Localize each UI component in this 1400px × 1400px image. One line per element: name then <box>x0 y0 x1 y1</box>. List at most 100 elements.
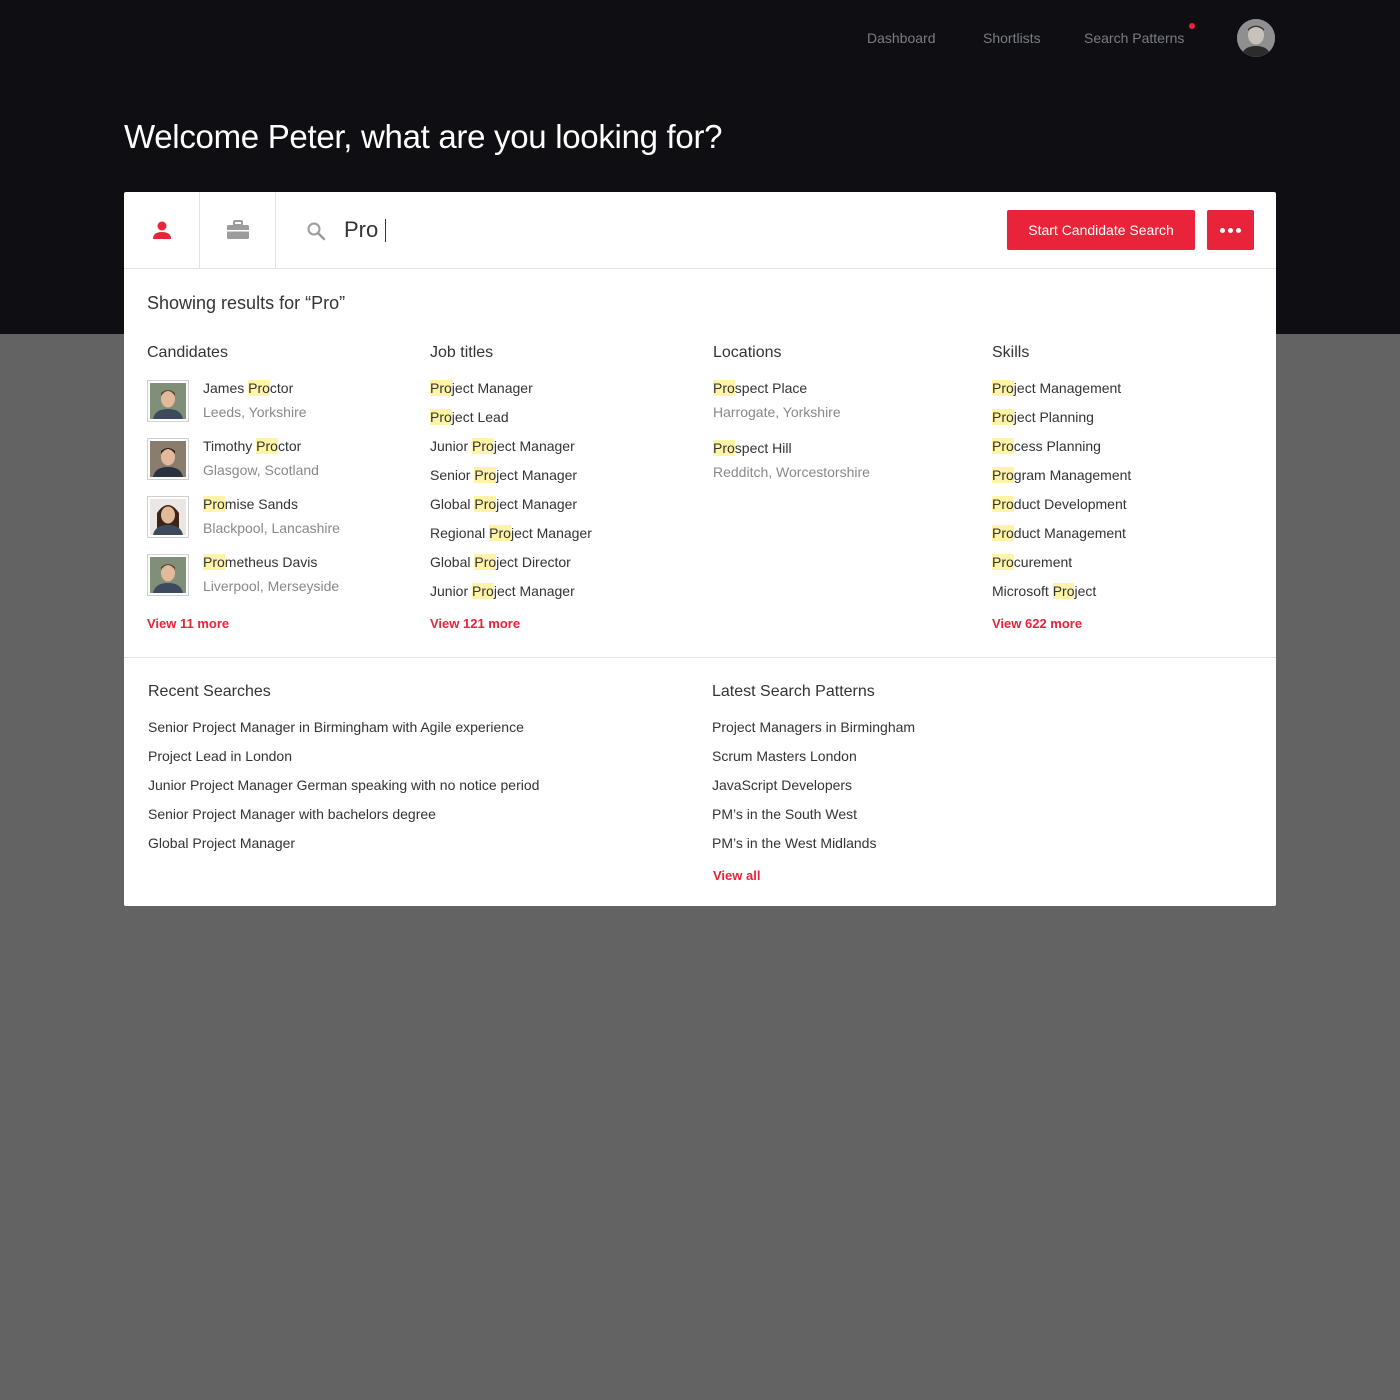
match-highlight: Pro <box>992 380 1014 396</box>
recent-search-item[interactable]: Project Lead in London <box>148 748 539 777</box>
skill-item[interactable]: Product Management <box>992 525 1131 554</box>
location-region: Redditch, Worcestorshire <box>713 464 870 480</box>
search-patterns-list: Project Managers in Birmingham Scrum Mast… <box>712 719 915 864</box>
search-pattern-item[interactable]: JavaScript Developers <box>712 777 915 806</box>
candidate-item[interactable]: Promise Sands Blackpool, Lancashire <box>147 496 407 554</box>
job-title-item[interactable]: Project Lead <box>430 409 592 438</box>
match-highlight: Pro <box>474 496 497 512</box>
locations-heading: Locations <box>713 344 782 361</box>
nav-dashboard[interactable]: Dashboard <box>867 30 936 46</box>
search-pattern-item[interactable]: Scrum Masters London <box>712 748 915 777</box>
candidate-item[interactable]: Prometheus Davis Liverpool, Merseyside <box>147 554 407 612</box>
nav-shortlists[interactable]: Shortlists <box>983 30 1041 46</box>
match-highlight: Pro <box>474 554 497 570</box>
location-region: Harrogate, Yorkshire <box>713 404 841 420</box>
tab-candidates[interactable] <box>124 192 200 268</box>
match-highlight: Pro <box>992 467 1014 483</box>
more-dots-icon <box>1220 227 1225 233</box>
search-pattern-item[interactable]: PM’s in the West Midlands <box>712 835 915 864</box>
search-input[interactable] <box>344 214 964 246</box>
search-panel: Start Candidate Search Showing results f… <box>124 192 1276 906</box>
recent-search-item[interactable]: Global Project Manager <box>148 835 539 864</box>
skills-view-more-link[interactable]: View 622 more <box>992 616 1082 631</box>
skill-item[interactable]: Project Planning <box>992 409 1131 438</box>
job-titles-heading: Job titles <box>430 344 494 361</box>
match-highlight: Pro <box>203 554 225 570</box>
skill-item[interactable]: Product Development <box>992 496 1131 525</box>
nav-search-patterns[interactable]: Search Patterns <box>1084 30 1184 46</box>
recent-search-item[interactable]: Senior Project Manager with bachelors de… <box>148 806 539 835</box>
skill-item[interactable]: Program Management <box>992 467 1131 496</box>
recent-searches-heading: Recent Searches <box>148 683 271 700</box>
candidate-name: Timothy Proctor <box>203 438 302 454</box>
match-highlight: Pro <box>256 438 278 454</box>
person-icon <box>152 221 171 239</box>
job-title-item[interactable]: Project Manager <box>430 380 592 409</box>
candidates-column: Candidates James Proctor Leeds, Yorkshire… <box>147 344 417 631</box>
candidate-item[interactable]: Timothy Proctor Glasgow, Scotland <box>147 438 407 496</box>
search-patterns-view-all-link[interactable]: View all <box>713 868 760 883</box>
search-pattern-item[interactable]: Project Managers in Birmingham <box>712 719 915 748</box>
candidate-photo <box>147 554 189 596</box>
candidate-location: Blackpool, Lancashire <box>203 520 340 536</box>
top-nav: Dashboard Shortlists Search Patterns <box>0 23 1400 50</box>
match-highlight: Pro <box>992 496 1014 512</box>
match-highlight: Pro <box>713 380 735 396</box>
job-title-item[interactable]: Global Project Manager <box>430 496 592 525</box>
candidate-name: Promise Sands <box>203 496 298 512</box>
job-title-item[interactable]: Junior Project Manager <box>430 583 592 612</box>
skills-column: Skills Project Management Project Plannin… <box>992 344 1262 631</box>
candidate-photo <box>147 438 189 480</box>
results-title: Showing results for “Pro” <box>147 293 346 313</box>
match-highlight: Pro <box>992 438 1014 454</box>
skill-item[interactable]: Process Planning <box>992 438 1131 467</box>
skill-item[interactable]: Microsoft Project <box>992 583 1131 612</box>
match-highlight: Pro <box>430 380 452 396</box>
start-candidate-search-button[interactable]: Start Candidate Search <box>1007 210 1195 250</box>
skill-item[interactable]: Procurement <box>992 554 1131 583</box>
candidate-name: Prometheus Davis <box>203 554 318 570</box>
candidate-location: Liverpool, Merseyside <box>203 578 340 594</box>
job-titles-column: Job titles Project Manager Project Lead Ju… <box>430 344 700 631</box>
skills-heading: Skills <box>992 344 1030 361</box>
location-item[interactable]: Prospect Hill Redditch, Worcestorshire <box>713 440 870 480</box>
user-avatar[interactable] <box>1237 19 1275 57</box>
search-icon <box>307 222 326 241</box>
recent-search-item[interactable]: Senior Project Manager in Birmingham wit… <box>148 719 539 748</box>
avatar-person-icon <box>1237 19 1275 57</box>
locations-column: Locations Prospect Place Harrogate, Yorks… <box>713 344 983 480</box>
match-highlight: Pro <box>472 438 494 454</box>
skills-list: Project Management Project Planning Proces… <box>992 380 1131 612</box>
job-title-item[interactable]: Regional Project Manager <box>430 525 592 554</box>
job-title-item[interactable]: Junior Project Manager <box>430 438 592 467</box>
search-pattern-item[interactable]: PM’s in the South West <box>712 806 915 835</box>
candidate-location: Glasgow, Scotland <box>203 462 319 478</box>
more-options-button[interactable] <box>1207 210 1254 250</box>
candidate-name: James Proctor <box>203 380 294 396</box>
location-name: Prospect Hill <box>713 440 792 456</box>
text-caret <box>385 219 386 242</box>
recent-searches-section: Recent Searches Senior Project Manager i… <box>148 683 708 851</box>
job-titles-view-more-link[interactable]: View 121 more <box>430 616 520 631</box>
welcome-heading: Welcome Peter, what are you looking for? <box>124 118 723 155</box>
candidates-view-more-link[interactable]: View 11 more <box>147 616 229 631</box>
tab-jobs[interactable] <box>200 192 276 268</box>
match-highlight: Pro <box>992 554 1014 570</box>
job-title-item[interactable]: Global Project Director <box>430 554 592 583</box>
match-highlight: Pro <box>248 380 270 396</box>
job-title-item[interactable]: Senior Project Manager <box>430 467 592 496</box>
match-highlight: Pro <box>992 525 1014 541</box>
recent-search-item[interactable]: Junior Project Manager German speaking w… <box>148 777 539 806</box>
match-highlight: Pro <box>472 583 494 599</box>
section-divider <box>124 657 1276 658</box>
candidate-item[interactable]: James Proctor Leeds, Yorkshire <box>147 380 407 438</box>
briefcase-icon <box>226 220 249 239</box>
match-highlight: Pro <box>713 440 735 456</box>
skill-item[interactable]: Project Management <box>992 380 1131 409</box>
candidates-heading: Candidates <box>147 344 228 361</box>
location-item[interactable]: Prospect Place Harrogate, Yorkshire <box>713 380 841 420</box>
candidate-photo <box>147 496 189 538</box>
job-titles-list: Project Manager Project Lead Junior Projec… <box>430 380 592 612</box>
recent-searches-list: Senior Project Manager in Birmingham wit… <box>148 719 539 864</box>
match-highlight: Pro <box>474 467 497 483</box>
